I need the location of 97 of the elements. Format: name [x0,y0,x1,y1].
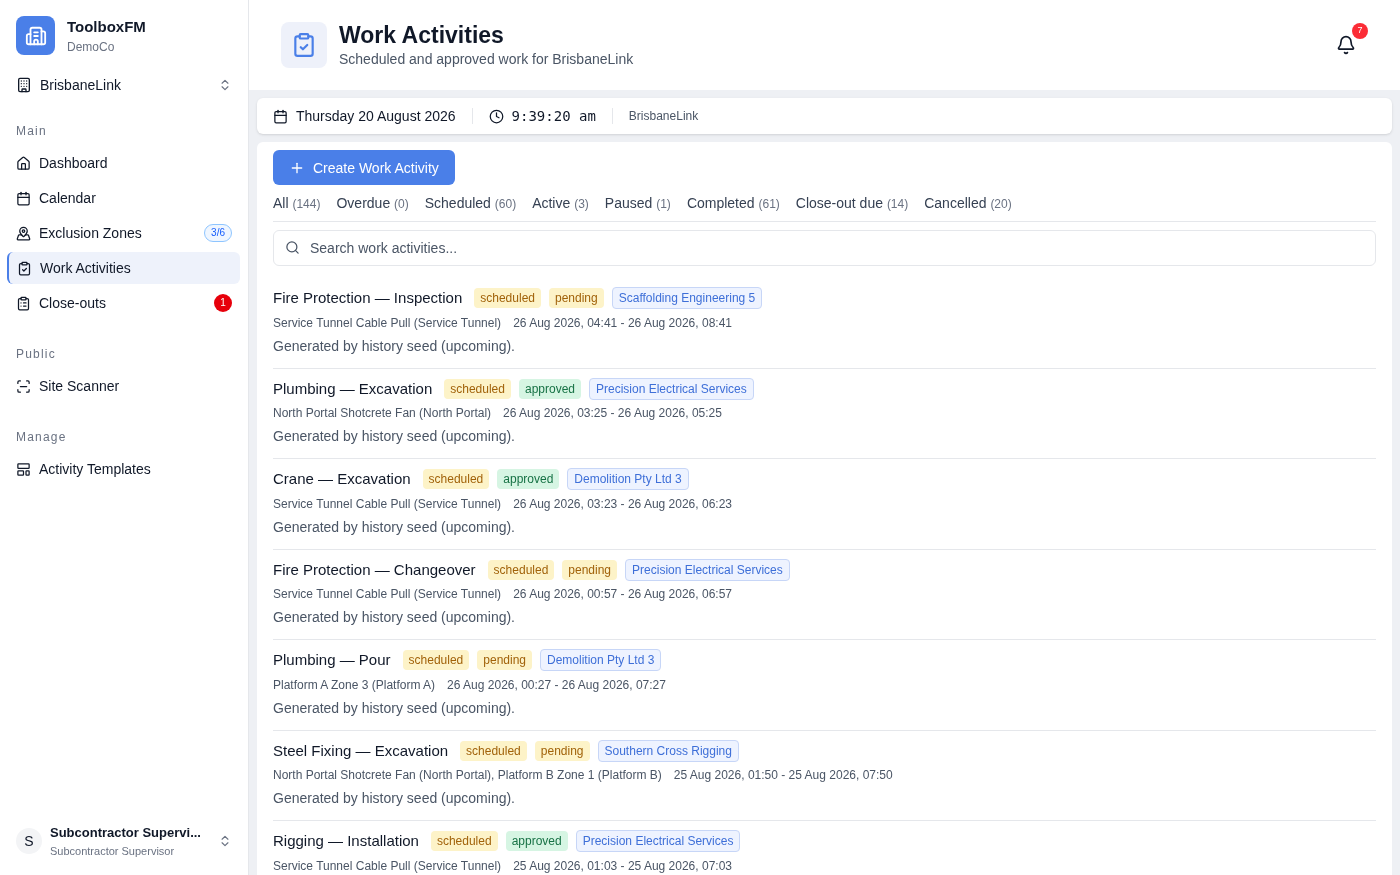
status-tag: Southern Cross Rigging [597,739,739,762]
section-label: Manage [15,429,68,445]
activity-title[interactable]: Fire Protection — Changeover [273,558,476,581]
notification-count: 7 [1352,23,1368,39]
status-tag: approved [518,378,581,399]
page-title: Work Activities [339,21,505,49]
activity-location: Service Tunnel Cable Pull (Service Tunnel) [273,857,502,874]
filter-tab[interactable]: Overdue (0) [336,193,409,213]
nav-item[interactable]: Close-outs 1 [8,287,240,319]
activity-time: 26 Aug 2026, 03:25 - 26 Aug 2026, 05:25 [503,405,722,421]
status-tag: Scaffolding Engineering 5 [611,287,763,310]
search-field[interactable]: Search work activities... [273,230,1376,266]
filter-tab[interactable]: All (144) [273,193,321,213]
status-tag: Demolition Pty Ltd 3 [540,649,662,672]
user-role: Subcontractor Supervisor [50,843,176,859]
activity-location: Service Tunnel Cable Pull (Service Tunnel) [273,314,502,331]
filter-tab[interactable]: Active (3) [532,193,589,213]
status-tag: scheduled [474,288,541,309]
nav-item[interactable]: Activity Templates [8,453,240,485]
bell-icon [1336,35,1356,55]
user-name: Subcontractor Supervi... [50,824,202,842]
nav-item[interactable]: Site Scanner [8,370,240,402]
activity-location: Service Tunnel Cable Pull (Service Tunnel) [273,495,502,512]
activity-title[interactable]: Crane — Excavation [273,468,411,491]
scan-icon [16,378,31,394]
activity-time: 26 Aug 2026, 04:41 - 26 Aug 2026, 08:41 [513,314,732,331]
activity-time: 26 Aug 2026, 00:27 - 26 Aug 2026, 07:27 [447,676,666,693]
clock-icon [488,108,504,124]
page-subtitle: Scheduled and approved work for BrisbaneLink [339,50,635,69]
activity-description: Generated by history seed (upcoming). [273,336,516,356]
filter-tab[interactable]: Scheduled (60) [424,193,517,213]
current-date: Thursday 20 August 2026 [296,107,456,126]
filter-tab[interactable]: Cancelled (20) [924,193,1012,213]
count-badge: 3/6 [204,224,232,242]
status-tag: scheduled [487,559,555,580]
nav-item[interactable]: Exclusion Zones 3/6 [8,217,240,249]
clipboard-check-icon [17,260,32,276]
section-label: Main [15,123,48,139]
current-time: 9:39:20 am [511,107,596,126]
status-tag: scheduled [444,378,511,399]
status-tag: pending [534,740,590,761]
map-pin-icon [16,225,31,241]
activity-title[interactable]: Rigging — Installation [273,830,419,853]
clipboard-check-icon [291,32,317,58]
site-name: BrisbaneLink [628,108,699,124]
status-tag: Precision Electrical Services [589,377,754,400]
activity-description: Generated by history seed (upcoming). [273,517,516,537]
activity-time: 25 Aug 2026, 01:50 - 25 Aug 2026, 07:50 [673,767,893,783]
org-name: DemoCo [67,38,116,55]
activity-time: 25 Aug 2026, 01:03 - 25 Aug 2026, 07:03 [513,857,732,874]
create-button[interactable]: Create Work Activity [273,150,455,185]
nav-item[interactable]: Dashboard [8,147,240,179]
layout-icon [16,461,31,477]
status-tag: pending [549,288,604,309]
clipboard-list-icon [16,295,31,311]
status-tag: pending [477,650,532,671]
status-tag: scheduled [422,469,490,490]
activity-title[interactable]: Steel Fixing — Excavation [273,739,449,762]
building-icon [24,24,47,47]
activity-location: North Portal Shotcrete Fan (North Portal), Platform B Zone 1 (Platform B) [273,767,662,783]
section-label: Public [15,346,57,362]
activity-location: North Portal Shotcrete Fan (North Portal) [273,405,492,421]
app-name: ToolboxFM [67,17,146,38]
activity-title[interactable]: Plumbing — Excavation [273,377,433,400]
status-tag: Precision Electrical Services [575,830,741,853]
filter-tab[interactable]: Paused (1) [604,193,671,213]
user-menu[interactable]: S Subcontractor Supervi... Subcontractor Supervisor [8,823,240,859]
building-icon [16,77,32,93]
user-avatar: S [16,828,42,854]
activity-description: Generated by history seed (upcoming). [273,698,516,718]
status-tag: Demolition Pty Ltd 3 [567,468,689,491]
activity-time: 26 Aug 2026, 03:23 - 26 Aug 2026, 06:23 [513,495,732,512]
nav-item[interactable]: Work Activities [7,252,240,284]
calendar-icon [16,190,31,206]
status-tag: approved [497,469,560,490]
filter-tab[interactable]: Close-out due (14) [795,193,909,213]
activity-description: Generated by history seed (upcoming). [273,789,516,808]
activity-location: Platform A Zone 3 (Platform A) [273,676,436,693]
status-tag: scheduled [460,740,527,761]
activity-description: Generated by history seed (upcoming). [273,427,516,446]
filter-tab[interactable]: Completed (61) [686,193,780,213]
calendar-icon [273,108,288,124]
activity-description: Generated by history seed (upcoming). [273,608,516,627]
count-badge: 1 [214,294,232,312]
status-tag: approved [505,831,568,852]
house-icon [16,155,31,171]
search-icon [285,240,300,255]
activity-title[interactable]: Fire Protection — Inspection [273,287,463,310]
status-tag: pending [562,559,618,580]
activity-time: 26 Aug 2026, 00:57 - 26 Aug 2026, 06:57 [513,586,732,602]
status-tag: scheduled [402,650,470,671]
status-tag: scheduled [430,831,498,852]
activity-location: Service Tunnel Cable Pull (Service Tunnel) [273,586,502,602]
site-selector[interactable]: BrisbaneLink [8,71,240,99]
nav-item[interactable]: Calendar [8,182,240,214]
status-tag: Precision Electrical Services [625,558,790,581]
activity-title[interactable]: Plumbing — Pour [273,649,391,672]
